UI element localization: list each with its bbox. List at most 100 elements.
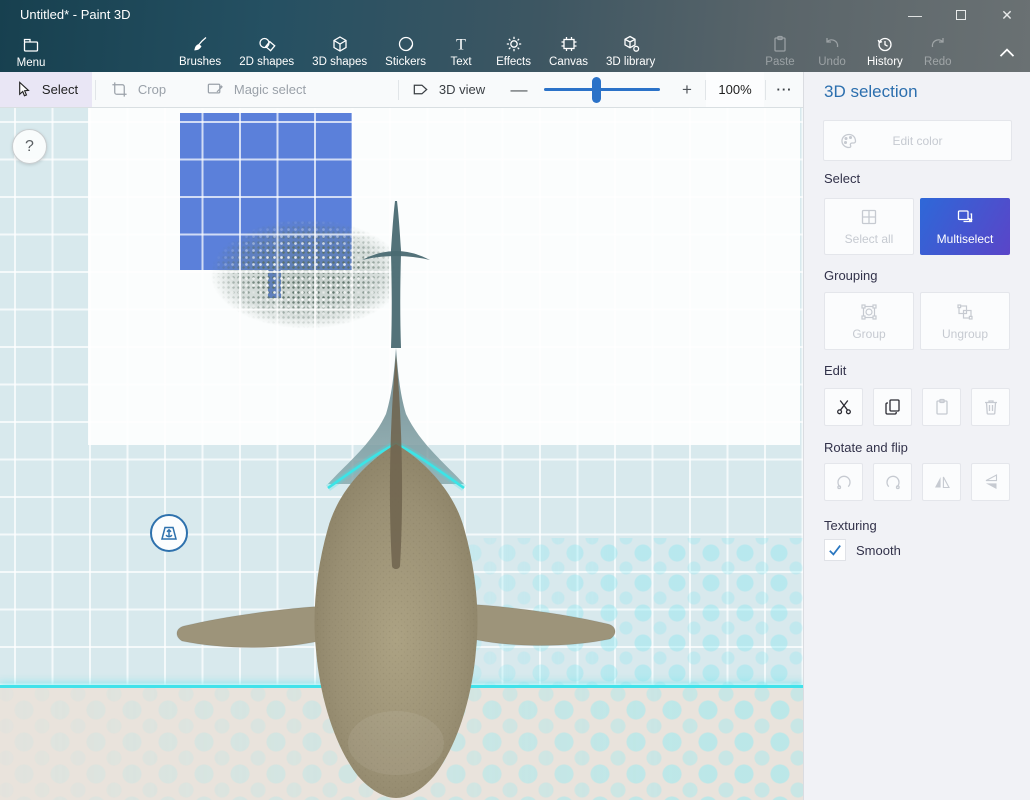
more-options-button[interactable]: ··· bbox=[766, 72, 803, 107]
rotate-right-button[interactable] bbox=[873, 463, 912, 501]
zoom-percentage-value: 100% bbox=[718, 82, 751, 97]
edit-color-label: Edit color bbox=[892, 134, 942, 148]
undo-label: Undo bbox=[818, 56, 846, 68]
sub-toolbar: Select Crop Magic select 3D view — bbox=[0, 72, 803, 108]
maximize-button[interactable] bbox=[938, 0, 984, 30]
minimize-button[interactable]: — bbox=[892, 0, 938, 30]
view-control-button[interactable] bbox=[150, 514, 188, 552]
flip-vertical-icon bbox=[981, 472, 1001, 492]
edit-color-button[interactable]: Edit color bbox=[823, 120, 1012, 161]
zoom-out-button[interactable]: — bbox=[502, 72, 536, 107]
3d-library-icon bbox=[621, 34, 641, 54]
history-icon bbox=[875, 34, 895, 54]
3d-shapes-label: 3D shapes bbox=[312, 56, 367, 68]
paste-panel-button[interactable] bbox=[922, 388, 961, 426]
paste-icon bbox=[770, 34, 790, 54]
perspective-anchor-icon bbox=[157, 521, 181, 545]
select-section-label: Select bbox=[824, 171, 860, 186]
zoom-slider[interactable] bbox=[540, 72, 664, 107]
paste-button[interactable]: Paste bbox=[754, 30, 806, 72]
redo-label: Redo bbox=[924, 56, 952, 68]
shark-dorsal-fin bbox=[390, 355, 402, 569]
panel-title: 3D selection bbox=[824, 82, 918, 102]
cut-button[interactable] bbox=[824, 388, 863, 426]
menu-button[interactable]: Menu bbox=[8, 32, 54, 72]
select-all-label: Select all bbox=[845, 232, 894, 246]
redo-button[interactable]: Redo bbox=[912, 30, 964, 72]
2d-shapes-label: 2D shapes bbox=[239, 56, 294, 68]
3d-view-icon bbox=[411, 80, 430, 99]
separator bbox=[398, 80, 399, 100]
copy-button[interactable] bbox=[873, 388, 912, 426]
undo-button[interactable]: Undo bbox=[806, 30, 858, 72]
ungroup-button[interactable]: Ungroup bbox=[920, 292, 1010, 350]
multiselect-button[interactable]: Multiselect bbox=[920, 198, 1010, 255]
canvas-workspace[interactable]: ? bbox=[0, 108, 803, 800]
brushes-icon bbox=[190, 34, 210, 54]
3d-view-button[interactable]: 3D view bbox=[402, 72, 494, 107]
select-all-button[interactable]: Select all bbox=[824, 198, 914, 255]
effects-label: Effects bbox=[496, 56, 531, 68]
palette-icon bbox=[839, 131, 859, 151]
stickers-label: Stickers bbox=[385, 56, 426, 68]
2d-shapes-icon bbox=[257, 34, 277, 54]
group-button[interactable]: Group bbox=[824, 292, 914, 350]
ungroup-label: Ungroup bbox=[942, 327, 988, 341]
help-button[interactable]: ? bbox=[12, 129, 47, 164]
canvas-label: Canvas bbox=[549, 56, 588, 68]
toolbar-text[interactable]: T Text bbox=[435, 30, 487, 72]
stickers-icon bbox=[396, 34, 416, 54]
3d-shapes-icon bbox=[330, 34, 350, 54]
brushes-label: Brushes bbox=[179, 56, 221, 68]
3d-selection-panel: 3D selection Edit color Select Select al… bbox=[803, 72, 1030, 800]
rotate-section-label: Rotate and flip bbox=[824, 440, 908, 455]
shark-3d-model[interactable] bbox=[166, 198, 636, 800]
rotate-left-button[interactable] bbox=[824, 463, 863, 501]
flip-vertical-button[interactable] bbox=[971, 463, 1010, 501]
minus-icon: — bbox=[511, 80, 528, 100]
collapse-ribbon-button[interactable] bbox=[994, 42, 1020, 62]
checkmark-icon bbox=[827, 542, 843, 558]
ellipsis-icon: ··· bbox=[777, 82, 793, 97]
grouping-section-label: Grouping bbox=[824, 268, 877, 283]
toolbar-3d-shapes[interactable]: 3D shapes bbox=[303, 30, 376, 72]
window-title: Untitled* - Paint 3D bbox=[20, 7, 131, 22]
group-icon bbox=[859, 302, 879, 322]
select-tool-button[interactable]: Select bbox=[0, 72, 92, 107]
cursor-icon bbox=[14, 80, 33, 99]
shark-snout-highlight bbox=[348, 711, 444, 775]
3d-view-label: 3D view bbox=[439, 82, 485, 97]
flip-horizontal-icon bbox=[932, 472, 952, 492]
cut-icon bbox=[834, 397, 854, 417]
rotate-right-icon bbox=[883, 472, 903, 492]
minimize-icon: — bbox=[908, 7, 922, 23]
toolbar-stickers[interactable]: Stickers bbox=[376, 30, 435, 72]
zoom-percentage[interactable]: 100% bbox=[706, 72, 764, 107]
canvas-icon bbox=[559, 34, 579, 54]
zoom-slider-track[interactable] bbox=[544, 88, 660, 91]
header: Untitled* - Paint 3D — ✕ Menu Brushes bbox=[0, 0, 1030, 72]
magic-select-button[interactable]: Magic select bbox=[180, 72, 332, 107]
close-button[interactable]: ✕ bbox=[984, 0, 1030, 30]
toolbar-brushes[interactable]: Brushes bbox=[170, 30, 230, 72]
smooth-checkbox[interactable] bbox=[824, 539, 846, 561]
history-group: Paste Undo History Redo bbox=[754, 30, 964, 72]
toolbar-effects[interactable]: Effects bbox=[487, 30, 540, 72]
shark-tail-fin bbox=[391, 201, 401, 348]
svg-text:T: T bbox=[456, 37, 466, 54]
flip-horizontal-button[interactable] bbox=[922, 463, 961, 501]
zoom-in-button[interactable]: + bbox=[670, 72, 704, 107]
delete-button[interactable] bbox=[971, 388, 1010, 426]
shark-left-fin bbox=[177, 606, 328, 648]
crop-tool-button[interactable]: Crop bbox=[100, 72, 176, 107]
toolbar-canvas[interactable]: Canvas bbox=[540, 30, 597, 72]
3d-library-label: 3D library bbox=[606, 56, 655, 68]
paste-label: Paste bbox=[765, 56, 794, 68]
zoom-slider-thumb[interactable] bbox=[592, 77, 601, 103]
select-tool-label: Select bbox=[42, 82, 78, 97]
history-button[interactable]: History bbox=[858, 30, 912, 72]
rotate-left-icon bbox=[834, 472, 854, 492]
select-all-icon bbox=[859, 207, 879, 227]
toolbar-2d-shapes[interactable]: 2D shapes bbox=[230, 30, 303, 72]
toolbar-3d-library[interactable]: 3D library bbox=[597, 30, 664, 72]
